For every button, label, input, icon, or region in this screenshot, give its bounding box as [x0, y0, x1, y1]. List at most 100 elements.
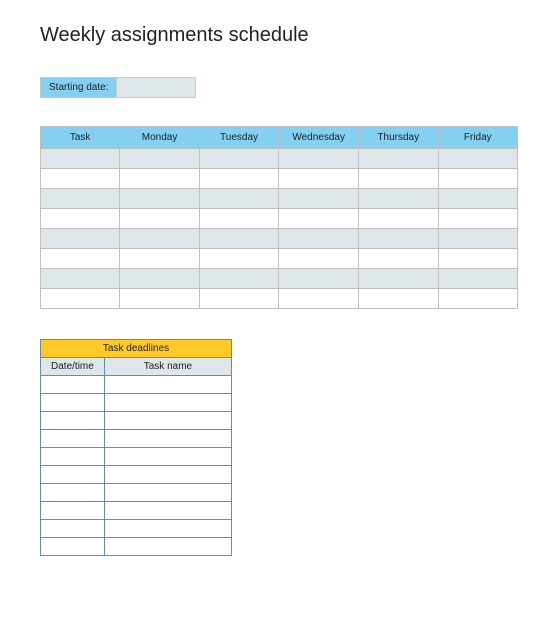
schedule-table: Task Monday Tuesday Wednesday Thursday F… [40, 126, 518, 309]
deadlines-cell[interactable] [104, 394, 231, 412]
deadlines-cell[interactable] [41, 412, 105, 430]
schedule-cell[interactable] [199, 189, 279, 209]
table-row [41, 466, 232, 484]
table-row [41, 229, 518, 249]
schedule-cell[interactable] [358, 169, 438, 189]
deadlines-cell[interactable] [41, 430, 105, 448]
deadlines-cell[interactable] [41, 466, 105, 484]
deadlines-cell[interactable] [104, 466, 231, 484]
schedule-cell[interactable] [41, 229, 120, 249]
schedule-header-monday: Monday [120, 127, 199, 149]
table-row [41, 394, 232, 412]
schedule-cell[interactable] [41, 269, 120, 289]
table-row [41, 520, 232, 538]
schedule-cell[interactable] [279, 149, 359, 169]
schedule-cell[interactable] [199, 289, 279, 309]
schedule-cell[interactable] [120, 149, 199, 169]
schedule-cell[interactable] [358, 269, 438, 289]
table-row [41, 484, 232, 502]
starting-date-input[interactable] [116, 77, 196, 98]
deadlines-cell[interactable] [104, 520, 231, 538]
deadlines-header-row: Date/time Task name [41, 358, 232, 376]
schedule-cell[interactable] [120, 189, 199, 209]
schedule-cell[interactable] [199, 149, 279, 169]
schedule-cell[interactable] [199, 269, 279, 289]
schedule-cell[interactable] [358, 289, 438, 309]
deadlines-cell[interactable] [104, 412, 231, 430]
schedule-header-tuesday: Tuesday [199, 127, 279, 149]
schedule-cell[interactable] [358, 209, 438, 229]
table-row [41, 430, 232, 448]
deadlines-cell[interactable] [104, 502, 231, 520]
schedule-cell[interactable] [358, 249, 438, 269]
schedule-body [41, 149, 518, 309]
deadlines-cell[interactable] [41, 376, 105, 394]
schedule-cell[interactable] [41, 189, 120, 209]
table-row [41, 189, 518, 209]
deadlines-cell[interactable] [41, 538, 105, 556]
schedule-cell[interactable] [358, 189, 438, 209]
schedule-header-thursday: Thursday [358, 127, 438, 149]
schedule-cell[interactable] [41, 149, 120, 169]
schedule-cell[interactable] [41, 249, 120, 269]
schedule-cell[interactable] [438, 249, 517, 269]
schedule-cell[interactable] [279, 229, 359, 249]
schedule-cell[interactable] [199, 229, 279, 249]
schedule-cell[interactable] [120, 229, 199, 249]
table-row [41, 538, 232, 556]
schedule-header-row: Task Monday Tuesday Wednesday Thursday F… [41, 127, 518, 149]
schedule-cell[interactable] [120, 249, 199, 269]
deadlines-cell[interactable] [41, 448, 105, 466]
schedule-cell[interactable] [438, 189, 517, 209]
table-row [41, 448, 232, 466]
schedule-cell[interactable] [41, 289, 120, 309]
schedule-cell[interactable] [279, 249, 359, 269]
page-title: Weekly assignments schedule [40, 24, 518, 47]
schedule-cell[interactable] [199, 169, 279, 189]
schedule-cell[interactable] [199, 249, 279, 269]
schedule-cell[interactable] [279, 169, 359, 189]
deadlines-table: Task deadlines Date/time Task name [40, 339, 232, 556]
schedule-cell[interactable] [199, 209, 279, 229]
schedule-cell[interactable] [279, 189, 359, 209]
schedule-cell[interactable] [41, 169, 120, 189]
schedule-cell[interactable] [438, 209, 517, 229]
deadlines-cell[interactable] [104, 430, 231, 448]
schedule-cell[interactable] [438, 289, 517, 309]
schedule-cell[interactable] [438, 169, 517, 189]
deadlines-cell[interactable] [41, 520, 105, 538]
table-row [41, 209, 518, 229]
schedule-cell[interactable] [120, 209, 199, 229]
deadlines-cell[interactable] [41, 394, 105, 412]
table-row [41, 376, 232, 394]
table-row [41, 289, 518, 309]
schedule-header-task: Task [41, 127, 120, 149]
deadlines-header-taskname: Task name [104, 358, 231, 376]
schedule-cell[interactable] [279, 289, 359, 309]
deadlines-cell[interactable] [41, 502, 105, 520]
schedule-header-wednesday: Wednesday [279, 127, 359, 149]
schedule-cell[interactable] [279, 269, 359, 289]
table-row [41, 249, 518, 269]
deadlines-title: Task deadlines [41, 340, 232, 358]
deadlines-cell[interactable] [41, 484, 105, 502]
schedule-cell[interactable] [120, 289, 199, 309]
schedule-cell[interactable] [438, 229, 517, 249]
starting-date-label: Starting date: [40, 77, 116, 98]
deadlines-cell[interactable] [104, 448, 231, 466]
deadlines-body [41, 376, 232, 556]
schedule-cell[interactable] [41, 209, 120, 229]
schedule-cell[interactable] [120, 169, 199, 189]
schedule-cell[interactable] [438, 269, 517, 289]
schedule-cell[interactable] [279, 209, 359, 229]
schedule-cell[interactable] [438, 149, 517, 169]
deadlines-cell[interactable] [104, 376, 231, 394]
schedule-cell[interactable] [358, 149, 438, 169]
schedule-cell[interactable] [358, 229, 438, 249]
table-row [41, 502, 232, 520]
table-row [41, 269, 518, 289]
schedule-cell[interactable] [120, 269, 199, 289]
schedule-header-friday: Friday [438, 127, 517, 149]
deadlines-cell[interactable] [104, 538, 231, 556]
deadlines-cell[interactable] [104, 484, 231, 502]
